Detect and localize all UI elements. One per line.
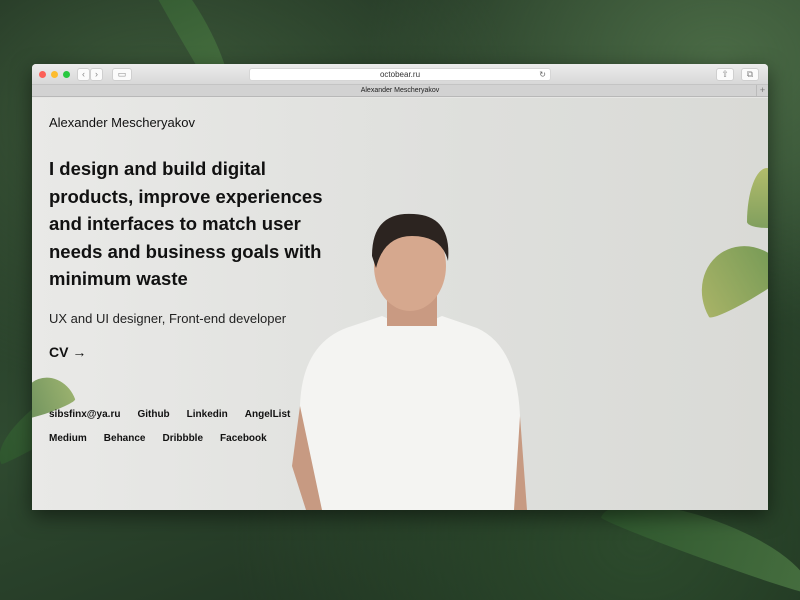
facebook-link[interactable]: Facebook	[220, 433, 267, 444]
email-link[interactable]: sibsfinx@ya.ru	[49, 409, 120, 420]
browser-window: ‹ › ▭ octobear.ru ↻ ⇧ ⧉ Alexander Mescher…	[32, 64, 768, 510]
medium-link[interactable]: Medium	[49, 433, 87, 444]
tab-title[interactable]: Alexander Mescheryakov	[361, 87, 440, 94]
tabs-icon[interactable]: ⧉	[741, 68, 759, 81]
behance-link[interactable]: Behance	[104, 433, 146, 444]
forward-button[interactable]: ›	[90, 68, 103, 81]
dribbble-link[interactable]: Dribbble	[162, 433, 203, 444]
back-button[interactable]: ‹	[77, 68, 90, 81]
angellist-link[interactable]: AngelList	[245, 409, 291, 420]
maximize-button[interactable]	[63, 71, 70, 78]
plant-leaf	[684, 229, 768, 322]
page-content: Alexander Mescheryakov I design and buil…	[32, 98, 768, 510]
contact-links-row-1: sibsfinx@ya.ru Github Linkedin AngelList	[49, 409, 290, 420]
sidebar-icon[interactable]: ▭	[112, 68, 132, 81]
subtitle: UX and UI designer, Front-end developer	[49, 311, 287, 326]
contact-links-row-2: Medium Behance Dribbble Facebook	[49, 433, 267, 444]
tab-bar: Alexander Mescheryakov +	[32, 85, 768, 97]
plant-leaf	[747, 168, 768, 228]
github-link[interactable]: Github	[137, 409, 169, 420]
linkedin-link[interactable]: Linkedin	[187, 409, 228, 420]
reload-icon[interactable]: ↻	[539, 69, 546, 80]
headline: I design and build digital products, imp…	[49, 158, 323, 289]
new-tab-button[interactable]: +	[756, 85, 768, 96]
minimize-button[interactable]	[51, 71, 58, 78]
address-bar[interactable]: octobear.ru ↻	[249, 68, 551, 81]
site-owner-name: Alexander Mescheryakov	[49, 115, 195, 130]
url-text: octobear.ru	[379, 70, 421, 79]
cv-link[interactable]: CV →	[49, 344, 86, 360]
close-button[interactable]	[39, 71, 46, 78]
browser-toolbar: ‹ › ▭ octobear.ru ↻ ⇧ ⧉	[32, 64, 768, 85]
share-icon[interactable]: ⇧	[716, 68, 734, 81]
